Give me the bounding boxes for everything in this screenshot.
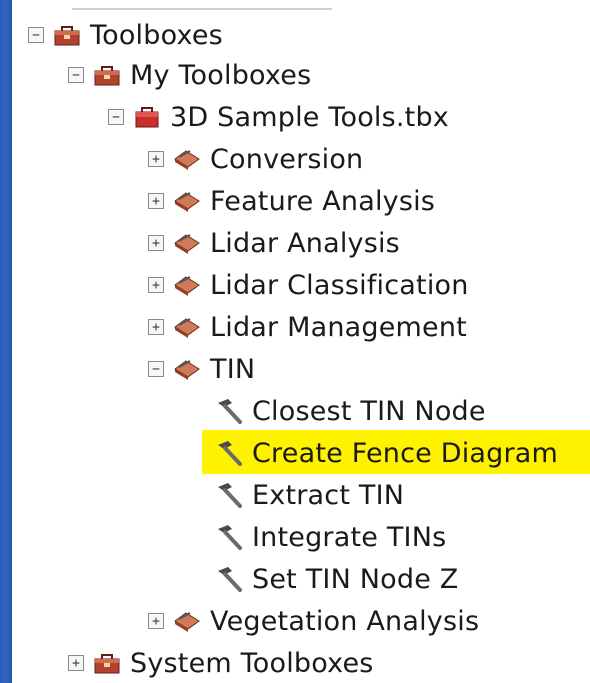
tree-label: System Toolboxes — [130, 647, 374, 679]
red-toolbox-icon — [135, 107, 159, 128]
tree-node-lidar-classification[interactable]: + Lidar Classification — [148, 266, 469, 304]
expand-toggle[interactable]: + — [148, 277, 164, 293]
toolset-icon — [174, 612, 200, 632]
hammer-icon — [218, 567, 242, 592]
collapse-toggle[interactable]: − — [28, 27, 44, 43]
tool-set-tin-node-z[interactable]: Set TIN Node Z — [212, 560, 459, 598]
toolbox-icon — [94, 654, 120, 674]
expand-toggle[interactable]: + — [148, 613, 164, 629]
tool-label: Set TIN Node Z — [252, 563, 459, 595]
tool-create-fence-diagram[interactable]: Create Fence Diagram — [212, 434, 558, 472]
expand-toggle[interactable]: + — [68, 655, 84, 671]
collapse-toggle[interactable]: − — [68, 67, 84, 83]
toolset-icon — [174, 360, 200, 380]
expand-toggle[interactable]: + — [148, 193, 164, 209]
hammer-icon — [218, 483, 242, 508]
tool-integrate-tins[interactable]: Integrate TINs — [212, 518, 446, 556]
tool-label: Integrate TINs — [252, 521, 447, 553]
tree-node-toolboxes[interactable]: − Toolboxes — [28, 16, 223, 54]
tool-label: Create Fence Diagram — [252, 437, 559, 469]
expand-toggle[interactable]: + — [148, 151, 164, 167]
toolset-icon — [174, 234, 200, 254]
tree-node-feature-analysis[interactable]: + Feature Analysis — [148, 182, 435, 220]
tree-label: TIN — [210, 353, 256, 385]
tree-node-lidar-analysis[interactable]: + Lidar Analysis — [148, 224, 400, 262]
collapse-toggle[interactable]: − — [108, 109, 124, 125]
tree-node-vegetation-analysis[interactable]: + Vegetation Analysis — [148, 602, 479, 640]
tool-label: Closest TIN Node — [252, 395, 486, 427]
toolset-icon — [174, 318, 200, 338]
tree-label: Lidar Classification — [210, 269, 469, 301]
tree-label: 3D Sample Tools.tbx — [170, 101, 449, 133]
tool-closest-tin-node[interactable]: Closest TIN Node — [212, 392, 486, 430]
tree-label: Lidar Management — [210, 311, 467, 343]
toolbox-icon — [54, 26, 80, 46]
tree-node-conversion[interactable]: + Conversion — [148, 140, 363, 178]
tree-node-my-toolboxes[interactable]: − My Toolboxes — [68, 56, 311, 94]
collapse-toggle[interactable]: − — [148, 361, 164, 377]
tree-label: Lidar Analysis — [210, 227, 400, 259]
toolbox-icon — [94, 66, 120, 86]
tool-label: Extract TIN — [252, 479, 405, 511]
hammer-icon — [218, 441, 242, 466]
tree-node-system-toolboxes[interactable]: + System Toolboxes — [68, 644, 374, 682]
toolset-icon — [174, 192, 200, 212]
expand-toggle[interactable]: + — [148, 319, 164, 335]
toolset-icon — [174, 150, 200, 170]
tree-label: Conversion — [210, 143, 364, 175]
catalog-tree-panel: − Toolboxes − My Toolboxes − 3D Sample T… — [12, 0, 590, 683]
tree-node-tin[interactable]: − TIN — [148, 350, 255, 388]
tree-node-lidar-management[interactable]: + Lidar Management — [148, 308, 467, 346]
tree-node-3d-sample-tools[interactable]: − 3D Sample Tools.tbx — [108, 98, 449, 136]
tree-label: Feature Analysis — [210, 185, 436, 217]
tree-label: Toolboxes — [90, 19, 223, 51]
expand-toggle[interactable]: + — [148, 235, 164, 251]
hammer-icon — [218, 525, 242, 550]
hammer-icon — [218, 399, 242, 424]
tree-label: Vegetation Analysis — [210, 605, 480, 637]
tree-label: My Toolboxes — [130, 59, 312, 91]
toolset-icon — [174, 276, 200, 296]
scrolled-off-row — [72, 0, 332, 10]
tool-extract-tin[interactable]: Extract TIN — [212, 476, 404, 514]
